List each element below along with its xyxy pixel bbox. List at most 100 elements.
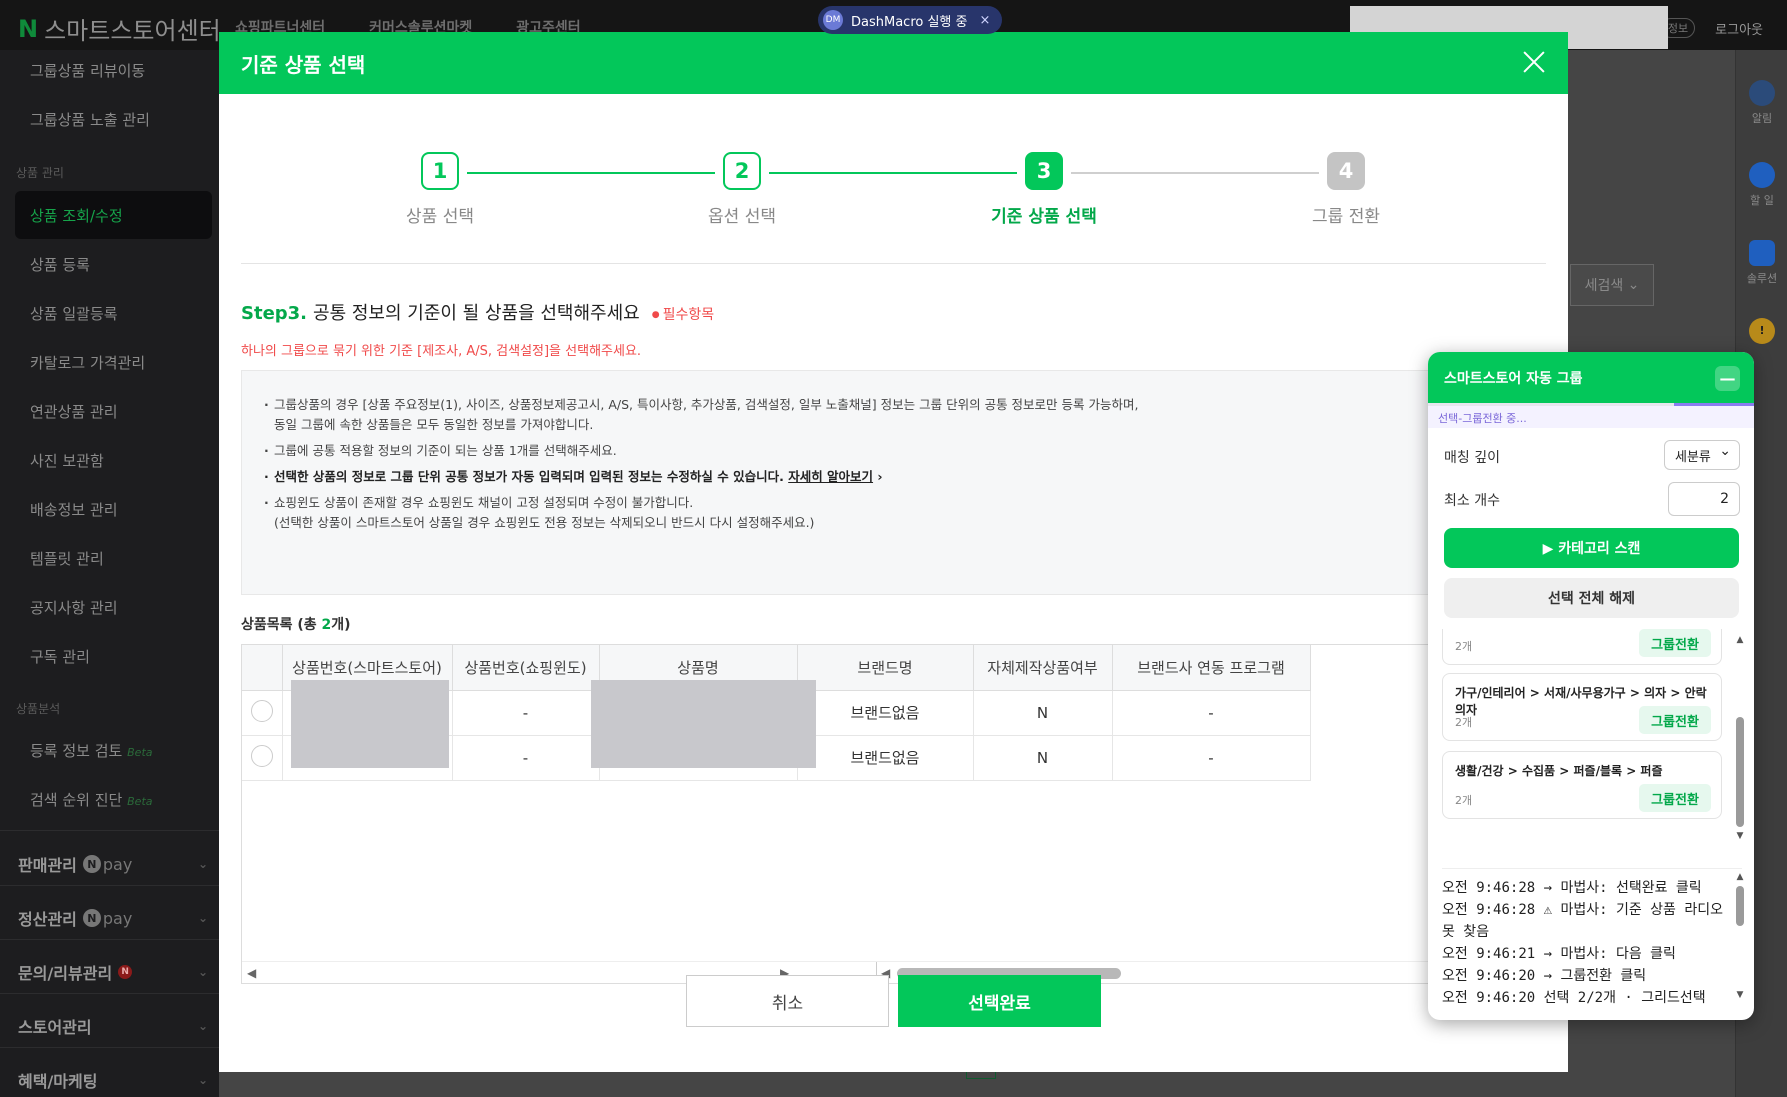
select-radio[interactable] [250,744,273,767]
sidebar-item-label: 등록 정보 검토 [30,742,123,760]
list-scrollbar[interactable]: ▲ ▼ [1735,635,1745,855]
minimize-button[interactable]: — [1715,366,1740,391]
step-label: 옵션 선택 [708,207,776,227]
scroll-up-icon[interactable]: ▲ [1735,635,1745,645]
sidebar-item-group-review[interactable]: 그룹상품 리뷰이동 [30,60,145,81]
base-product-modal: 기준 상품 선택 1 상품 선택 2 옵션 선택 3 기준 상품 선택 4 그룹… [219,32,1568,1072]
horizontal-scrollbar[interactable]: ◀ ▶ ◀ [242,961,1545,983]
info-line: 쇼핑윈도 상품이 존재할 경우 쇼핑윈도 채널이 고정 설정되며 수정이 불가합… [264,493,1523,533]
close-icon[interactable]: × [979,13,990,28]
sidebar-item-catalog-price[interactable]: 카탈로그 가격관리 [30,352,145,373]
sidebar-group-marketing[interactable]: 혜택/마케팅 ⌄ [18,1068,218,1092]
chevron-down-icon: ⌄ [198,1073,209,1087]
sidebar-group-label: 정산관리 [18,910,77,929]
step-label: 그룹 전환 [1312,207,1380,227]
sidebar-item-shipping-info[interactable]: 배송정보 관리 [30,499,118,520]
confirm-selection-button[interactable]: 선택완료 [898,975,1101,1027]
step-number: 3 [1025,152,1063,190]
sidebar-item-bulk-register[interactable]: 상품 일괄등록 [30,303,118,324]
learn-more-link[interactable]: 자세히 알아보기 [788,469,873,484]
group-convert-button[interactable]: 그룹전환 [1639,629,1711,657]
info-line: 선택한 상품의 정보로 그룹 단위 공통 정보가 자동 입력되며 입력된 정보는… [264,467,1523,487]
log-line: 오전 9:46:28 → 마법사: 선택완료 클릭 [1442,880,1702,896]
scroll-left-icon[interactable]: ◀ [247,966,256,980]
min-count-input[interactable]: 2 [1668,482,1740,516]
sidebar-group-settlement[interactable]: 정산관리 Npay ⌄ [18,906,218,930]
sidebar-group-label: 스토어관리 [18,1018,92,1037]
category-card: 2개 그룹전환 [1442,629,1722,665]
sidebar-divider [0,939,219,940]
scroll-up-icon[interactable]: ▲ [1735,872,1745,882]
scroll-thumb[interactable] [1736,886,1744,926]
sidebar-item-notices[interactable]: 공지사항 관리 [30,597,118,618]
sidebar-group-label: 혜택/마케팅 [18,1072,98,1091]
category-card: 가구/인테리어 > 서재/사무용가구 > 의자 > 안락의자 2개 그룹전환 [1442,673,1722,741]
redacted-product-name [591,680,816,768]
sidebar: 그룹상품 리뷰이동 그룹상품 노출 관리 상품 관리 상품 조회/수정 상품 등… [0,50,219,1097]
brand-program-cell: - [1112,690,1311,736]
modal-header: 기준 상품 선택 [219,32,1568,94]
sidebar-group-inquiry[interactable]: 문의/리뷰관리 N ⌄ [18,960,218,984]
sidebar-item-templates[interactable]: 템플릿 관리 [30,548,104,569]
rail-label: 알림 [1751,112,1773,125]
solution-icon [1749,240,1775,266]
progress-fill [1674,403,1754,406]
required-badge: 필수항목 [652,304,715,324]
sidebar-item-related-products[interactable]: 연관상품 관리 [30,401,118,422]
rail-solutions[interactable]: 솔루션 [1736,240,1787,286]
sidebar-item-info-review[interactable]: 등록 정보 검토 Beta [30,740,153,761]
sidebar-item-label: 검색 순위 진단 [30,791,123,809]
sidebar-item-photo-storage[interactable]: 사진 보관함 [30,450,104,471]
beta-badge: Beta [127,795,153,808]
brand-cell: 브랜드없음 [797,690,974,736]
column-header-brand[interactable]: 브랜드명 [797,645,974,691]
column-header-select [242,645,283,691]
rail-notifications[interactable]: 알림 [1736,80,1787,126]
progress-bar [1428,403,1754,406]
info-line: 그룹상품의 경우 [상품 주요정보(1), 사이즈, 상품정보제공고시, A/S… [264,395,1523,435]
step-title: 공통 정보의 기준이 될 상품을 선택해주세요 [313,303,640,324]
chevron-down-icon: ⌄ [198,911,209,925]
sidebar-item-product-search[interactable]: 상품 조회/수정 [30,205,123,226]
log-scrollbar[interactable]: ▲ ▼ [1735,872,1745,1008]
column-header-brand-program[interactable]: 브랜드사 연동 프로그램 [1112,645,1311,691]
category-scan-button[interactable]: ▶ 카테고리 스캔 [1444,528,1739,568]
rail-label: 할 일 [1750,194,1774,207]
column-header-own-made[interactable]: 자체제작상품여부 [973,645,1113,691]
status-text: 선택-그룹전환 중... [1428,406,1754,428]
scroll-down-icon[interactable]: ▼ [1735,831,1745,841]
brand-logo[interactable]: N 스마트스토어센터 [18,11,221,46]
sidebar-divider [0,1047,219,1048]
chevron-down-icon: ⌄ [198,857,209,871]
redacted-store-no [291,680,449,768]
rail-todo[interactable]: 할 일 [1736,162,1787,208]
product-count: 2 [321,617,332,633]
group-convert-button[interactable]: 그룹전환 [1639,706,1711,734]
scroll-thumb[interactable] [1736,717,1744,827]
sidebar-group-store[interactable]: 스토어관리 ⌄ [18,1014,218,1038]
scroll-down-icon[interactable]: ▼ [1735,990,1745,1000]
sidebar-item-rank-diagnosis[interactable]: 검색 순위 진단 Beta [30,789,153,810]
logout-link[interactable]: 로그아웃 [1715,19,1763,38]
detail-search-button[interactable]: 세검색 ⌄ [1570,264,1654,306]
npay-icon: Npay [82,909,132,928]
category-card: 생활/건강 > 수집품 > 퍼즐/블록 > 퍼즐 2개 그룹전환 [1442,751,1722,819]
clear-selection-button[interactable]: 선택 전체 해제 [1444,578,1739,618]
sidebar-group-sales[interactable]: 판매관리 Npay ⌄ [18,852,218,876]
sidebar-item-subscription[interactable]: 구독 관리 [30,646,90,667]
step-number-text: Step3. [241,303,308,324]
window-no-cell: - [452,690,600,736]
group-convert-button[interactable]: 그룹전환 [1639,784,1711,812]
sidebar-item-product-register[interactable]: 상품 등록 [30,254,90,275]
column-header-window-no[interactable]: 상품번호(쇼핑윈도) [452,645,600,691]
cancel-button[interactable]: 취소 [686,975,889,1027]
bell-icon [1749,80,1775,106]
new-badge: N [118,965,133,979]
step-label: 상품 선택 [406,207,474,227]
depth-select[interactable]: 세분류 [1664,440,1740,470]
step-4: 4 그룹 전환 [1266,152,1426,227]
rail-alert[interactable]: ! [1736,318,1787,348]
close-icon[interactable] [1522,50,1546,74]
select-radio[interactable] [250,699,273,722]
sidebar-item-group-exposure[interactable]: 그룹상품 노출 관리 [30,109,150,130]
